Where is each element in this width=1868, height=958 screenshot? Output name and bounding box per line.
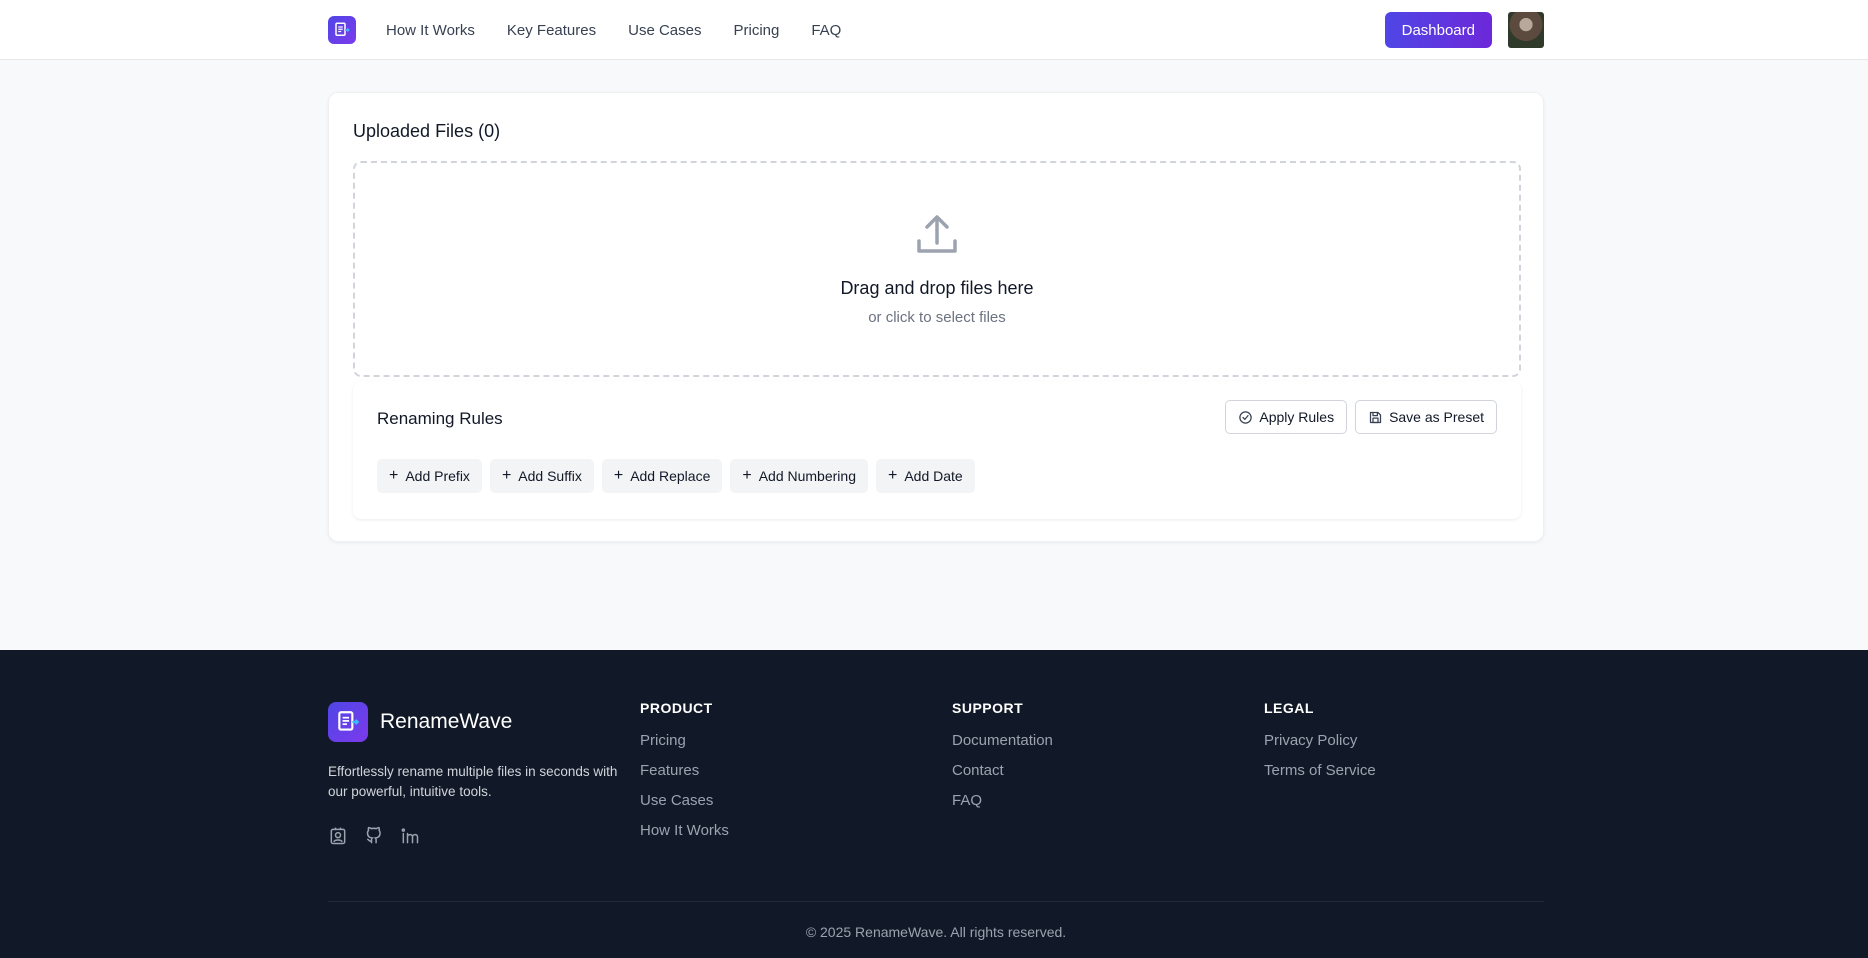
add-replace-button[interactable]: + Add Replace <box>601 459 723 493</box>
add-prefix-button[interactable]: + Add Prefix <box>377 459 482 493</box>
plus-icon: + <box>501 467 512 484</box>
site-footer: RenameWave Effortlessly rename multiple … <box>0 650 1868 958</box>
footer-link-privacy[interactable]: Privacy Policy <box>1264 732 1376 749</box>
renaming-rules-panel: Renaming Rules Apply Rules Save as Prese… <box>353 381 1521 519</box>
save-preset-label: Save as Preset <box>1389 409 1484 425</box>
footer-logo-icon <box>328 702 368 742</box>
footer-column-title: SUPPORT <box>952 700 1024 716</box>
add-date-button[interactable]: + Add Date <box>875 459 975 493</box>
rules-actions: Apply Rules Save as Preset <box>1217 400 1497 434</box>
uploaded-files-title: Uploaded Files (0) <box>353 121 501 141</box>
footer-link-faq[interactable]: FAQ <box>952 792 1053 809</box>
renaming-rules-title: Renaming Rules <box>377 409 503 428</box>
portfolio-icon[interactable] <box>328 826 348 846</box>
footer-link-documentation[interactable]: Documentation <box>952 732 1053 749</box>
copyright-text: © 2025 RenameWave. All rights reserved. <box>805 924 1067 940</box>
footer-brand: RenameWave <box>328 702 512 742</box>
check-circle-icon <box>1239 410 1253 424</box>
nav-how-it-works[interactable]: How It Works <box>386 22 475 39</box>
upload-card: Uploaded Files (0) Drag and drop files h… <box>328 92 1544 542</box>
add-replace-label: Add Replace <box>630 468 711 484</box>
footer-link-terms[interactable]: Terms of Service <box>1264 762 1376 779</box>
footer-link-contact[interactable]: Contact <box>952 762 1053 779</box>
nav-use-cases[interactable]: Use Cases <box>628 22 701 39</box>
add-prefix-label: Add Prefix <box>405 468 470 484</box>
footer-column-product: PRODUCT Pricing Features Use Cases How I… <box>640 700 729 852</box>
dashboard-button[interactable]: Dashboard <box>1384 12 1492 48</box>
plus-icon: + <box>389 467 399 484</box>
footer-column-title: PRODUCT <box>640 700 713 716</box>
top-nav-bar: How It Works Key Features Use Cases Pric… <box>0 0 1868 60</box>
top-nav-inner: How It Works Key Features Use Cases Pric… <box>328 0 1544 60</box>
github-icon[interactable] <box>364 826 384 846</box>
add-numbering-button[interactable]: + Add Numbering <box>730 459 868 493</box>
nav-pricing[interactable]: Pricing <box>733 22 779 39</box>
footer-description: Effortlessly rename multiple files in se… <box>328 764 618 799</box>
app-logo-icon[interactable] <box>328 16 356 44</box>
add-suffix-label: Add Suffix <box>518 468 582 484</box>
footer-link-use-cases[interactable]: Use Cases <box>640 792 729 809</box>
user-avatar[interactable] <box>1508 12 1544 48</box>
footer-column-support: SUPPORT Documentation Contact FAQ <box>952 700 1053 822</box>
apply-rules-label: Apply Rules <box>1259 409 1335 425</box>
plus-icon: + <box>613 467 624 484</box>
footer-link-features[interactable]: Features <box>640 762 729 779</box>
footer-link-how-it-works[interactable]: How It Works <box>640 822 729 839</box>
linkedin-icon[interactable] <box>400 826 420 846</box>
header-actions: Dashboard <box>1384 12 1544 48</box>
add-numbering-label: Add Numbering <box>758 468 856 484</box>
apply-rules-button[interactable]: Apply Rules <box>1225 400 1348 434</box>
nav-key-features[interactable]: Key Features <box>507 22 596 39</box>
save-icon <box>1369 411 1382 423</box>
footer-column-title: LEGAL <box>1264 700 1314 716</box>
social-links <box>328 826 436 846</box>
add-suffix-button[interactable]: + Add Suffix <box>489 459 594 493</box>
dropzone-subtext: or click to select files <box>868 309 1006 326</box>
file-dropzone[interactable]: Drag and drop files here or click to sel… <box>353 161 1521 377</box>
main-nav: How It Works Key Features Use Cases Pric… <box>386 22 873 39</box>
dropzone-heading: Drag and drop files here <box>840 278 1034 298</box>
add-date-label: Add Date <box>904 468 963 484</box>
footer-inner: RenameWave Effortlessly rename multiple … <box>328 650 1544 958</box>
plus-icon: + <box>887 467 898 484</box>
plus-icon: + <box>742 467 752 484</box>
nav-faq[interactable]: FAQ <box>811 22 841 39</box>
footer-link-pricing[interactable]: Pricing <box>640 732 729 749</box>
footer-column-legal: LEGAL Privacy Policy Terms of Service <box>1264 700 1376 792</box>
add-rule-buttons: + Add Prefix + Add Suffix + Add Replace + Ad… <box>377 459 983 493</box>
footer-brand-name: RenameWave <box>380 710 513 733</box>
save-preset-button[interactable]: Save as Preset <box>1355 400 1497 434</box>
upload-icon <box>915 213 959 262</box>
footer-divider <box>328 901 1544 902</box>
